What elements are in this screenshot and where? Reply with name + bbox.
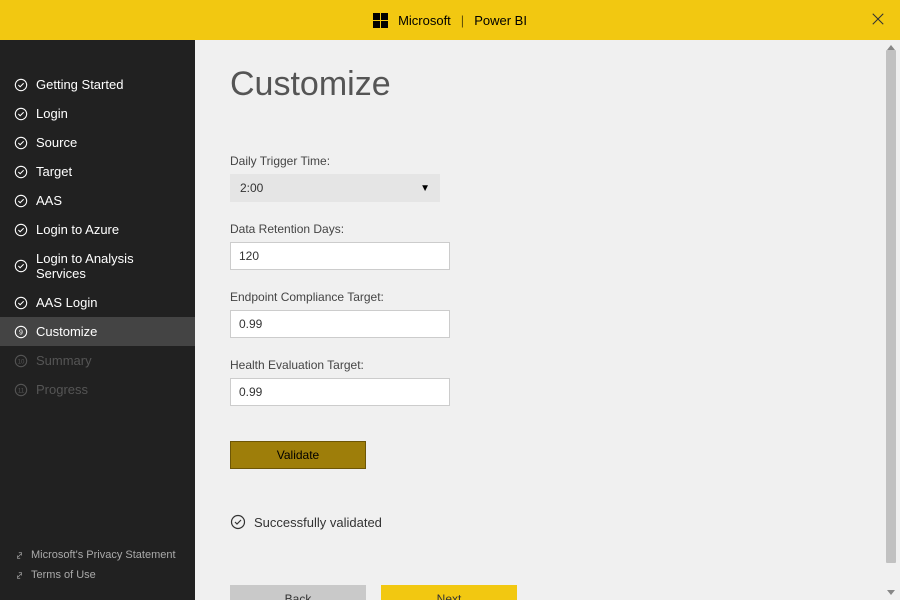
check-circle-icon — [14, 259, 28, 273]
scroll-down-icon[interactable] — [887, 590, 895, 595]
sidebar-item-customize[interactable]: 9 Customize — [0, 317, 195, 346]
check-circle-icon — [14, 296, 28, 310]
sidebar-item-label: AAS — [36, 193, 62, 208]
sidebar-item-aas-login[interactable]: AAS Login — [0, 288, 195, 317]
trigger-time-select[interactable]: 2:00 ▼ — [230, 174, 440, 202]
retention-label: Data Retention Days: — [230, 222, 865, 236]
svg-text:9: 9 — [19, 329, 23, 336]
status-text: Successfully validated — [254, 515, 382, 530]
trigger-time-value: 2:00 — [240, 181, 263, 195]
step-number-icon: 11 — [14, 383, 28, 397]
sidebar-item-label: Login to Analysis Services — [36, 251, 181, 281]
link-icon — [14, 570, 25, 581]
field-health-target: Health Evaluation Target: — [230, 358, 865, 406]
check-circle-icon — [14, 194, 28, 208]
sidebar-item-progress: 11 Progress — [0, 375, 195, 404]
sidebar-item-summary: 10 Summary — [0, 346, 195, 375]
sidebar-item-label: Login to Azure — [36, 222, 119, 237]
sidebar-item-login[interactable]: Login — [0, 99, 195, 128]
health-input[interactable] — [230, 378, 450, 406]
sidebar-item-label: Summary — [36, 353, 92, 368]
field-compliance-target: Endpoint Compliance Target: — [230, 290, 865, 338]
main-panel: Customize Daily Trigger Time: 2:00 ▼ Dat… — [195, 40, 900, 600]
sidebar-item-target[interactable]: Target — [0, 157, 195, 186]
sidebar: Getting Started Login Source Target — [0, 40, 195, 600]
sidebar-item-label: Target — [36, 164, 72, 179]
chevron-down-icon: ▼ — [420, 183, 430, 194]
scroll-track[interactable] — [886, 50, 896, 590]
sidebar-item-login-analysis[interactable]: Login to Analysis Services — [0, 244, 195, 288]
validate-button[interactable]: Validate — [230, 441, 366, 469]
nav-list: Getting Started Login Source Target — [0, 70, 195, 545]
trigger-time-label: Daily Trigger Time: — [230, 154, 865, 168]
product-label: Power BI — [474, 13, 527, 28]
step-number-icon: 10 — [14, 354, 28, 368]
header-bar: Microsoft | Power BI — [0, 0, 900, 40]
validation-status: Successfully validated — [230, 514, 865, 530]
sidebar-item-aas[interactable]: AAS — [0, 186, 195, 215]
sidebar-item-source[interactable]: Source — [0, 128, 195, 157]
check-circle-icon — [14, 165, 28, 179]
sidebar-item-login-azure[interactable]: Login to Azure — [0, 215, 195, 244]
header-divider: | — [461, 13, 464, 28]
page-title: Customize — [230, 65, 865, 104]
brand-label: Microsoft — [398, 13, 451, 28]
field-trigger-time: Daily Trigger Time: 2:00 ▼ — [230, 154, 865, 202]
footer-link-label: Terms of Use — [31, 569, 96, 581]
check-circle-icon — [14, 107, 28, 121]
microsoft-logo-icon — [373, 13, 388, 28]
compliance-input[interactable] — [230, 310, 450, 338]
sidebar-item-getting-started[interactable]: Getting Started — [0, 70, 195, 99]
step-number-icon: 9 — [14, 325, 28, 339]
header-title-group: Microsoft | Power BI — [373, 13, 527, 28]
vertical-scrollbar[interactable] — [884, 42, 898, 598]
retention-input[interactable] — [230, 242, 450, 270]
check-circle-icon — [14, 223, 28, 237]
check-circle-icon — [230, 514, 246, 530]
nav-button-row: Back Next — [230, 585, 865, 600]
health-label: Health Evaluation Target: — [230, 358, 865, 372]
field-retention-days: Data Retention Days: — [230, 222, 865, 270]
sidebar-item-label: AAS Login — [36, 295, 97, 310]
sidebar-item-label: Customize — [36, 324, 97, 339]
svg-text:11: 11 — [18, 387, 25, 394]
check-circle-icon — [14, 78, 28, 92]
link-icon — [14, 550, 25, 561]
sidebar-item-label: Login — [36, 106, 68, 121]
sidebar-item-label: Getting Started — [36, 77, 123, 92]
privacy-link[interactable]: Microsoft's Privacy Statement — [0, 545, 195, 565]
terms-link[interactable]: Terms of Use — [0, 565, 195, 585]
svg-text:10: 10 — [18, 358, 25, 365]
scroll-thumb[interactable] — [886, 50, 896, 563]
close-icon[interactable] — [871, 11, 885, 29]
sidebar-item-label: Source — [36, 135, 77, 150]
sidebar-item-label: Progress — [36, 382, 88, 397]
sidebar-footer: Microsoft's Privacy Statement Terms of U… — [0, 545, 195, 600]
compliance-label: Endpoint Compliance Target: — [230, 290, 865, 304]
check-circle-icon — [14, 136, 28, 150]
footer-link-label: Microsoft's Privacy Statement — [31, 549, 176, 561]
next-button[interactable]: Next — [381, 585, 517, 600]
back-button[interactable]: Back — [230, 585, 366, 600]
